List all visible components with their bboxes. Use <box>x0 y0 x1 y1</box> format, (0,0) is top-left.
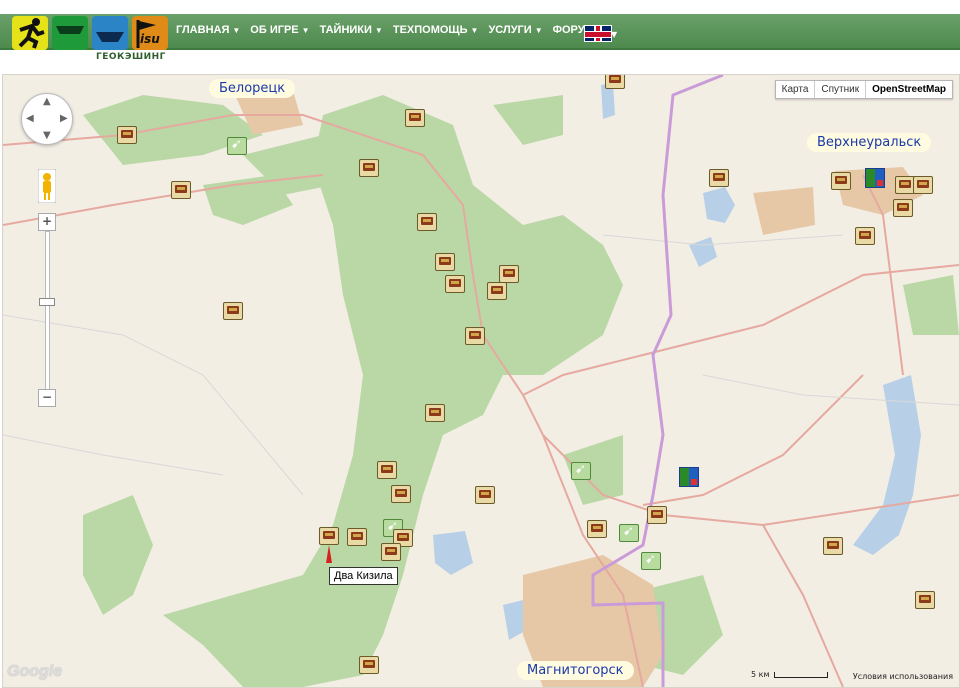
cache-marker[interactable] <box>647 506 667 524</box>
city-label: Верхнеуральск <box>807 133 932 152</box>
cache-marker[interactable] <box>499 265 519 283</box>
cache-marker[interactable] <box>223 302 243 320</box>
cache-marker[interactable] <box>381 543 401 561</box>
chevron-down-icon: ▼ <box>470 25 479 35</box>
map-type-map[interactable]: Карта <box>776 81 816 98</box>
cache-marker[interactable] <box>425 404 445 422</box>
menu-item-home[interactable]: ГЛАВНАЯ ▼ <box>176 24 240 36</box>
logo-tile-runner-icon <box>12 16 48 50</box>
logo-tile-blue <box>92 16 128 50</box>
chevron-down-icon[interactable]: ▼ <box>611 30 617 39</box>
cache-marker[interactable] <box>377 461 397 479</box>
map-scale: 5 км <box>751 670 828 679</box>
cache-marker[interactable] <box>915 591 935 609</box>
menu-item-label: ОБ ИГРЕ <box>250 24 299 36</box>
event-marker[interactable] <box>619 524 639 542</box>
map-type-satellite[interactable]: Спутник <box>815 81 867 98</box>
map-canvas[interactable]: Белорецк Верхнеуральск Магнитогорск Карт… <box>2 74 960 688</box>
chevron-down-icon: ▼ <box>374 25 383 35</box>
cache-marker[interactable] <box>831 172 851 190</box>
event-marker[interactable] <box>227 137 247 155</box>
menu-item-support[interactable]: ТЕХПОМОЩЬ ▼ <box>393 24 479 36</box>
pan-control[interactable]: ▲ ▼ ◀ ▶ <box>21 93 73 145</box>
cache-marker[interactable] <box>319 527 339 545</box>
logo-tile-green <box>52 16 88 50</box>
cache-marker[interactable] <box>487 282 507 300</box>
menu-item-label: ТАЙНИКИ <box>319 24 372 36</box>
scale-label: 5 км <box>751 670 770 679</box>
logo-badge: isu <box>140 32 160 46</box>
menu-item-label: ТЕХПОМОЩЬ <box>392 24 468 36</box>
cache-marker[interactable] <box>893 199 913 217</box>
menu-item-services[interactable]: УСЛУГИ ▼ <box>488 24 542 36</box>
arrow-right-icon[interactable]: ▶ <box>60 113 68 124</box>
chevron-down-icon: ▼ <box>534 25 543 35</box>
cache-marker[interactable] <box>709 169 729 187</box>
map-base-layer <box>3 75 959 687</box>
zoom-out-button[interactable]: − <box>38 389 56 407</box>
cache-marker[interactable] <box>347 528 367 546</box>
puzzle-cache-marker[interactable] <box>679 467 699 487</box>
chevron-down-icon: ▼ <box>301 25 310 35</box>
event-marker[interactable] <box>571 462 591 480</box>
cache-marker[interactable] <box>417 213 437 231</box>
cache-marker[interactable] <box>913 176 933 194</box>
site-logo[interactable]: isu ГЕОКЭШИНГ <box>12 16 172 62</box>
cache-marker[interactable] <box>405 109 425 127</box>
uk-flag-icon[interactable] <box>584 25 612 42</box>
cache-marker[interactable] <box>445 275 465 293</box>
terms-link[interactable]: Условия использования <box>853 672 953 681</box>
arrow-down-icon[interactable]: ▼ <box>43 130 51 141</box>
menu-item-about[interactable]: ОБ ИГРЕ ▼ <box>250 24 309 36</box>
city-label: Магнитогорск <box>517 661 634 680</box>
menu-item-label: УСЛУГИ <box>488 24 532 36</box>
cache-marker[interactable] <box>117 126 137 144</box>
cache-marker[interactable] <box>823 537 843 555</box>
chevron-down-icon: ▼ <box>232 25 241 35</box>
marker-tooltip: Два Кизила <box>329 567 398 585</box>
arrow-up-icon[interactable]: ▲ <box>43 96 51 107</box>
zoom-slider-thumb[interactable] <box>39 298 55 306</box>
main-menu: ГЛАВНАЯ ▼ ОБ ИГРЕ ▼ ТАЙНИКИ ▼ ТЕХПОМОЩЬ ▼ УС… <box>176 24 594 36</box>
cache-marker[interactable] <box>587 520 607 538</box>
zoom-slider-track[interactable] <box>45 231 50 391</box>
event-marker[interactable] <box>641 552 661 570</box>
menu-item-caches[interactable]: ТАЙНИКИ ▼ <box>320 24 383 36</box>
zoom-control: + − <box>38 213 56 407</box>
site-header: isu ГЕОКЭШИНГ ГЛАВНАЯ ▼ ОБ ИГРЕ ▼ ТАЙНИКИ ▼… <box>0 0 960 66</box>
cache-marker[interactable] <box>359 159 379 177</box>
cache-marker[interactable] <box>895 176 915 194</box>
scale-bar <box>773 671 828 678</box>
cache-marker[interactable] <box>475 486 495 504</box>
cache-marker[interactable] <box>465 327 485 345</box>
selected-pin-icon <box>326 545 332 563</box>
logo-caption: ГЕОКЭШИНГ <box>96 52 166 62</box>
map-type-switcher: Карта Спутник OpenStreetMap <box>774 80 953 99</box>
menu-item-label: ГЛАВНАЯ <box>176 24 230 36</box>
cache-marker[interactable] <box>435 253 455 271</box>
cache-marker[interactable] <box>359 656 379 674</box>
city-label: Белорецк <box>209 79 296 98</box>
google-logo: Google <box>7 663 63 680</box>
pegman-icon[interactable] <box>37 168 57 204</box>
cache-marker[interactable] <box>391 485 411 503</box>
cache-marker[interactable] <box>605 75 625 89</box>
cache-marker[interactable] <box>855 227 875 245</box>
puzzle-cache-marker[interactable] <box>865 168 885 188</box>
cache-marker[interactable] <box>171 181 191 199</box>
zoom-in-button[interactable]: + <box>38 213 56 231</box>
map-type-osm[interactable]: OpenStreetMap <box>866 81 952 98</box>
arrow-left-icon[interactable]: ◀ <box>26 113 34 124</box>
